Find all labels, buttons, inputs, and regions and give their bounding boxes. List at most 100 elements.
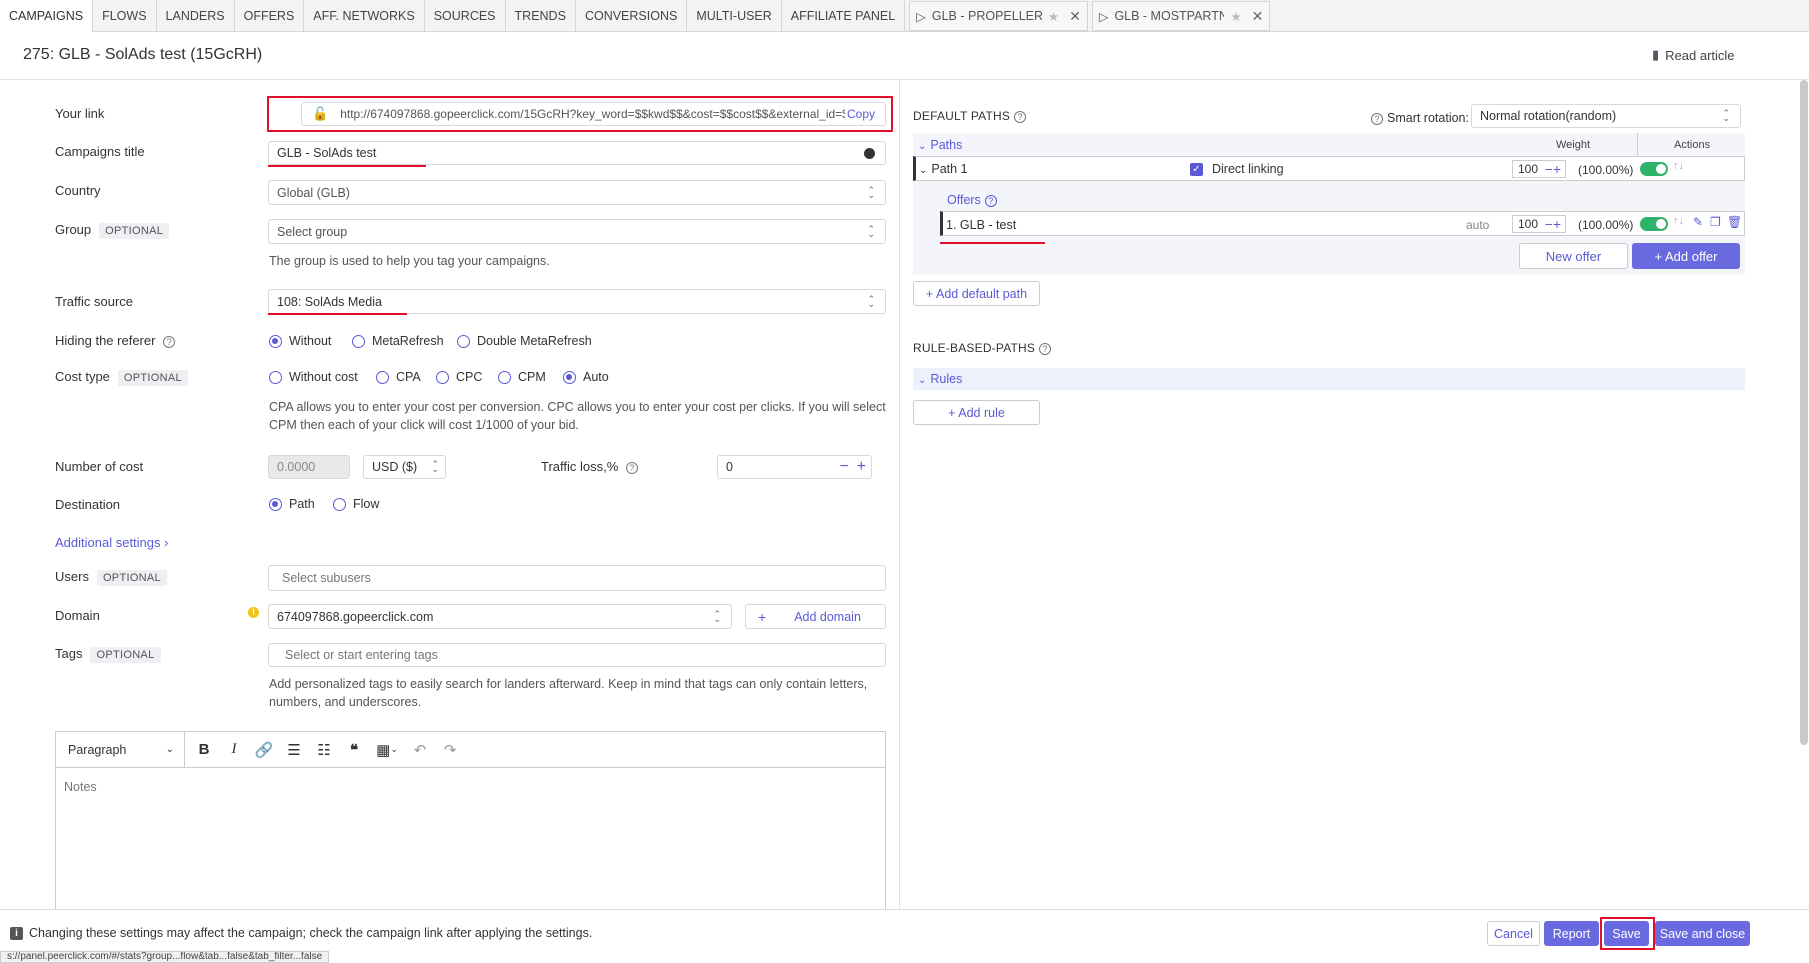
link-icon[interactable]: 🔗: [249, 732, 279, 768]
additional-settings-link[interactable]: Additional settings ›: [55, 535, 168, 550]
country-select[interactable]: Global (GLB) ⌃ ⌄: [268, 180, 886, 205]
close-icon[interactable]: ✕: [1069, 8, 1081, 25]
blockquote-icon[interactable]: ❝: [339, 732, 369, 768]
group-select[interactable]: Select group ⌃ ⌄: [268, 219, 886, 244]
help-icon[interactable]: ?: [163, 335, 176, 348]
minus-plus-icon[interactable]: −+: [1545, 216, 1561, 232]
nav-tab-affiliate-panel[interactable]: AFFILIATE PANEL: [782, 0, 906, 32]
nav-tab-trends[interactable]: TRENDS: [506, 0, 576, 32]
chevron-updown-icon: ⌃ ⌄: [713, 608, 721, 624]
offer-weight-input[interactable]: 100 −+: [1512, 215, 1566, 233]
radio-without[interactable]: Without: [269, 334, 331, 348]
nav-tab-offers[interactable]: OFFERS: [235, 0, 305, 32]
nav-tab-campaigns[interactable]: CAMPAIGNS: [0, 0, 94, 32]
move-arrows-icon[interactable]: ↑↓: [1673, 215, 1684, 227]
copy-icon[interactable]: ❐: [1710, 215, 1721, 229]
add-domain-button[interactable]: + Add domain: [745, 604, 886, 629]
star-icon[interactable]: ★: [1048, 9, 1059, 24]
numbered-list-icon[interactable]: ☷: [309, 732, 339, 768]
play-icon: ▷: [916, 9, 926, 24]
open-campaign-tab[interactable]: ▷ GLB - PROPELLER T ★ ✕: [909, 1, 1088, 31]
close-icon[interactable]: ✕: [1252, 8, 1264, 25]
bold-icon[interactable]: B: [189, 732, 219, 768]
edit-icon[interactable]: ✎: [1693, 215, 1703, 229]
scrollbar[interactable]: [1800, 80, 1808, 745]
radio-double-metarefresh[interactable]: Double MetaRefresh: [457, 334, 592, 348]
nav-tab-conversions[interactable]: CONVERSIONS: [576, 0, 688, 32]
bullet-list-icon[interactable]: ☰: [279, 732, 309, 768]
help-icon[interactable]: ?: [1039, 342, 1052, 355]
path-name[interactable]: ⌄ Path 1: [919, 162, 968, 176]
warning-text: Changing these settings may affect the c…: [29, 926, 593, 940]
report-button[interactable]: Report: [1544, 921, 1599, 946]
path-percent: (100.00%): [1578, 163, 1634, 177]
read-article-link[interactable]: ▮ Read article: [1652, 47, 1735, 63]
nav-tab-flows[interactable]: FLOWS: [93, 0, 157, 32]
help-icon[interactable]: ?: [984, 194, 997, 207]
tags-input[interactable]: Select or start entering tags: [268, 643, 886, 667]
move-arrows-icon[interactable]: ↑↓: [1673, 160, 1684, 172]
trash-icon[interactable]: 🗑: [1727, 215, 1742, 229]
smart-rotation-select[interactable]: Normal rotation(random) ⌃ ⌄: [1471, 104, 1741, 128]
minus-plus-icon[interactable]: −+: [1545, 161, 1561, 177]
rules-header[interactable]: [913, 368, 1745, 390]
notes-editor: Paragraph ⌄ B I 🔗 ☰ ☷ ❝ ▦ ⌄ ↶ ↷ Notes: [55, 731, 886, 911]
offer-name[interactable]: 1. GLB - test: [946, 218, 1016, 232]
plus-icon[interactable]: +: [857, 458, 866, 476]
nav-tab-multi-user[interactable]: MULTI-USER: [687, 0, 782, 32]
radio-cpa[interactable]: CPA: [376, 370, 421, 384]
path-toggle[interactable]: [1640, 162, 1668, 176]
redo-icon[interactable]: ↷: [435, 732, 465, 768]
nav-tab-sources[interactable]: SOURCES: [425, 0, 506, 32]
star-icon[interactable]: ★: [1230, 9, 1241, 24]
add-default-path-button[interactable]: + Add default path: [913, 281, 1040, 306]
offer-toggle[interactable]: [1640, 217, 1668, 231]
help-icon[interactable]: ?: [625, 461, 638, 474]
minus-icon[interactable]: −: [840, 458, 849, 476]
add-rule-button[interactable]: + Add rule: [913, 400, 1040, 425]
cancel-button[interactable]: Cancel: [1487, 921, 1540, 946]
italic-icon[interactable]: I: [219, 732, 249, 768]
nav-tab-aff-networks[interactable]: AFF. NETWORKS: [304, 0, 425, 32]
direct-linking-checkbox[interactable]: ✓ Direct linking: [1190, 162, 1284, 176]
domain-select[interactable]: 674097868.gopeerclick.com ⌃ ⌄: [268, 604, 732, 629]
currency-select[interactable]: USD ($) ⌃ ⌄: [363, 455, 446, 479]
help-icon[interactable]: ?: [1371, 112, 1383, 125]
save-and-close-button[interactable]: Save and close: [1655, 921, 1750, 946]
path-name-text: Path 1: [931, 162, 968, 176]
open-campaign-tab[interactable]: ▷ GLB - MOSTPARTN ★ ✕: [1091, 1, 1271, 31]
radio-auto[interactable]: Auto: [563, 370, 609, 384]
cost-input[interactable]: 0.0000: [268, 455, 350, 479]
open-tab-title: GLB - PROPELLER T: [931, 9, 1042, 23]
radio-without-cost[interactable]: Without cost: [269, 370, 358, 384]
radio-cpc[interactable]: CPC: [436, 370, 482, 384]
traffic-loss-input[interactable]: 0 − +: [717, 455, 872, 479]
radio-cpm[interactable]: CPM: [498, 370, 546, 384]
chevron-down-icon: ⌄: [165, 744, 174, 755]
undo-icon[interactable]: ↶: [405, 732, 435, 768]
color-dot-icon[interactable]: [864, 148, 875, 159]
radio-metarefresh[interactable]: MetaRefresh: [352, 334, 444, 348]
offers-label-text: Offers: [947, 193, 981, 207]
radio-flow[interactable]: Flow: [333, 497, 379, 511]
help-icon[interactable]: ?: [1014, 110, 1027, 123]
notes-textarea[interactable]: Notes: [56, 768, 885, 908]
offer-weight-value: 100: [1518, 217, 1539, 231]
rules-label[interactable]: ⌄ Rules: [918, 372, 962, 386]
campaign-title-value: GLB - SolAds test: [277, 146, 377, 160]
traffic-source-select[interactable]: 108: SolAds Media ⌃ ⌄: [268, 289, 886, 314]
add-offer-button[interactable]: + Add offer: [1632, 243, 1740, 269]
tags-text: Tags: [55, 646, 83, 661]
campaign-title-input[interactable]: GLB - SolAds test: [268, 141, 886, 165]
users-select[interactable]: Select subusers: [268, 565, 886, 591]
paragraph-select[interactable]: Paragraph ⌄: [56, 731, 185, 768]
paths-header[interactable]: ⌄ Paths: [918, 138, 962, 152]
nav-tab-landers[interactable]: LANDERS: [157, 0, 235, 32]
radio-path[interactable]: Path: [269, 497, 315, 511]
radio-label: Auto: [583, 370, 609, 384]
radio-label: CPC: [456, 370, 483, 384]
destination-label: Destination: [55, 497, 121, 512]
path-weight-input[interactable]: 100 −+: [1512, 160, 1566, 178]
table-icon[interactable]: ▦ ⌄: [369, 732, 405, 768]
new-offer-button[interactable]: New offer: [1519, 243, 1628, 269]
